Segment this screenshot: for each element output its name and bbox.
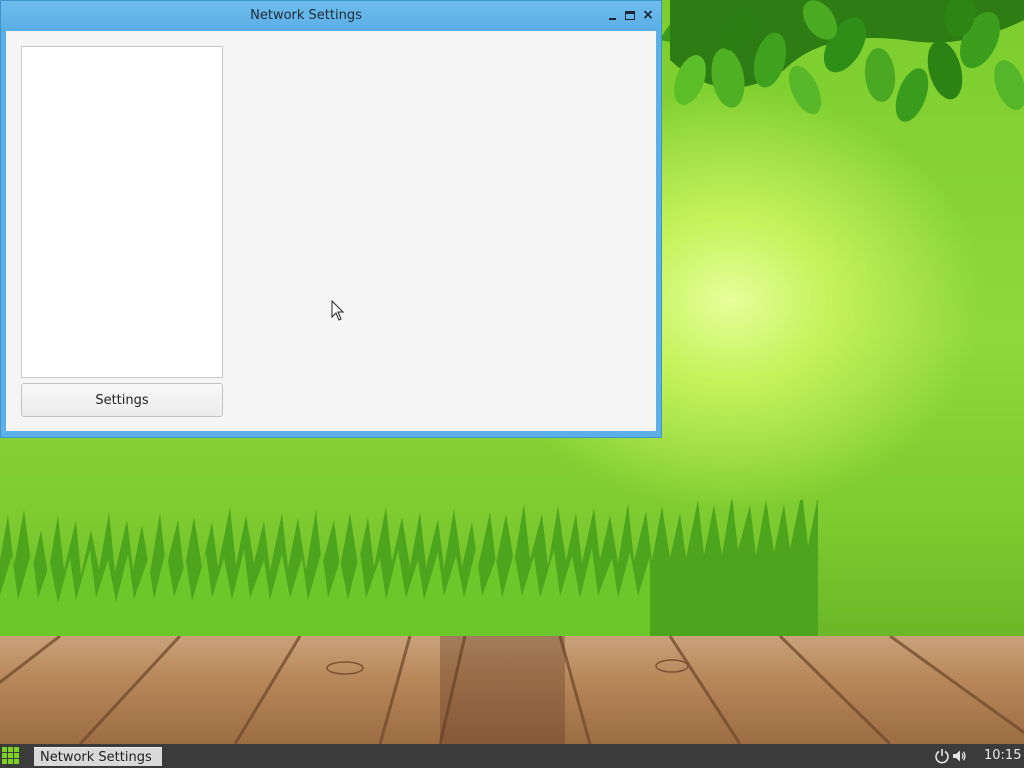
network-list[interactable] [21, 46, 223, 378]
taskbar: Network Settings 10:15 [0, 744, 1024, 768]
window-titlebar[interactable]: Network Settings × [1, 1, 661, 31]
start-menu-icon[interactable] [2, 747, 21, 765]
taskbar-clock[interactable]: 10:15 [984, 748, 1022, 763]
volume-icon[interactable] [951, 748, 967, 764]
mouse-cursor-icon [331, 300, 345, 321]
maximize-button[interactable] [621, 6, 639, 24]
minimize-button[interactable] [603, 6, 621, 24]
power-icon[interactable] [934, 748, 950, 764]
close-button[interactable]: × [639, 6, 657, 24]
window-title: Network Settings [250, 8, 362, 23]
minimize-icon [608, 17, 616, 20]
settings-button[interactable]: Settings [21, 383, 223, 417]
wooden-deck-decoration [0, 636, 1024, 744]
grass-decoration [0, 500, 818, 645]
maximize-icon [625, 10, 635, 20]
network-settings-window: Network Settings × Settings [0, 0, 662, 438]
taskbar-item-network-settings[interactable]: Network Settings [34, 747, 162, 766]
close-icon: × [642, 7, 654, 23]
window-content: Settings [6, 31, 656, 431]
